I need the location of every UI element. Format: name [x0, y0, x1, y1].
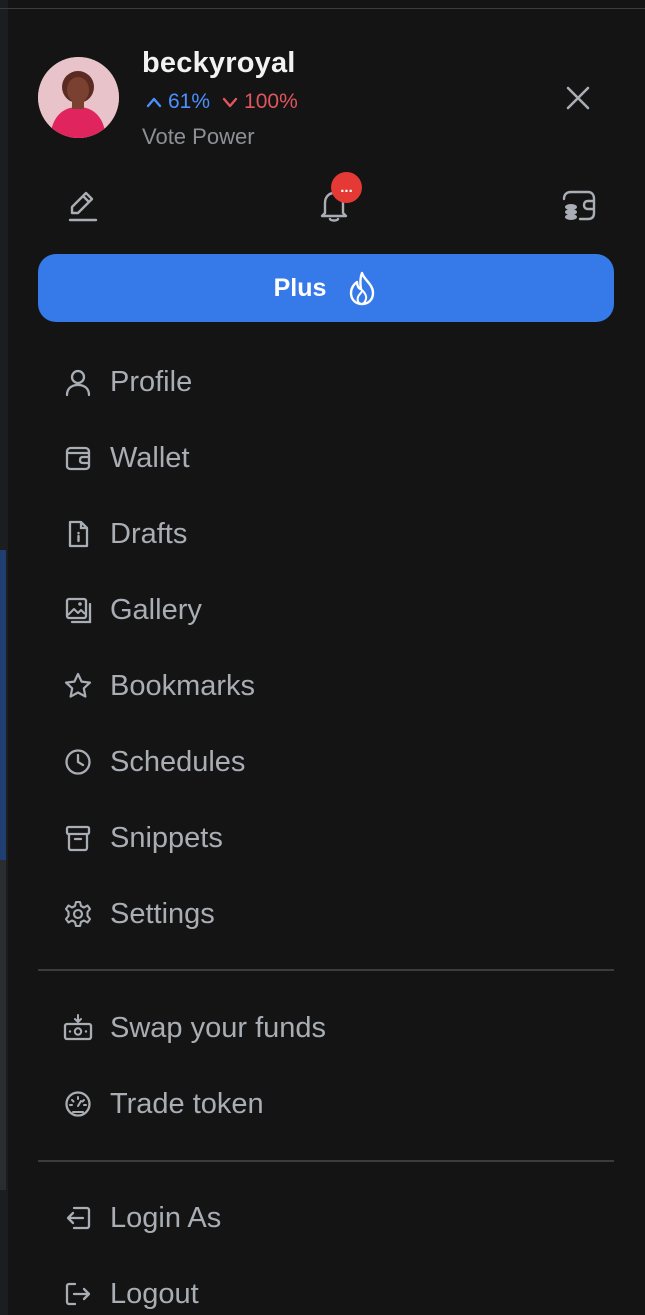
plus-button-label: Plus: [273, 273, 327, 302]
downvote-power: 100%: [222, 90, 298, 114]
write-post-button[interactable]: [60, 183, 104, 227]
flame-icon: [346, 270, 378, 306]
wallet-coins-icon: [562, 190, 596, 221]
downvote-power-value: 100%: [244, 90, 298, 113]
vote-power-label: Vote Power: [142, 124, 255, 149]
close-icon: [566, 86, 590, 110]
plus-button[interactable]: Plus: [38, 254, 614, 322]
upvote-power: 61%: [146, 90, 210, 114]
menu-item-profile[interactable]: Profile: [60, 354, 600, 410]
menu-item-label: Schedules: [110, 745, 246, 778]
archive-icon: [60, 820, 96, 856]
gallery-icon: [60, 592, 96, 628]
chevron-down-icon: [222, 97, 238, 108]
login-icon: [60, 1200, 96, 1236]
menu-item-label: Gallery: [110, 593, 202, 626]
menu-item-label: Profile: [110, 365, 193, 398]
menu-item-swap-funds[interactable]: Swap your funds: [60, 1000, 600, 1056]
menu-item-label: Bookmarks: [110, 669, 256, 702]
menu-item-gallery[interactable]: Gallery: [60, 582, 600, 638]
menu-item-drafts[interactable]: Drafts: [60, 506, 600, 562]
background-image-fragment-2: [0, 860, 6, 1190]
vote-power-row: 61% 100%: [146, 90, 298, 114]
menu-divider-2: [38, 1160, 614, 1162]
wallet-shortcut-button[interactable]: [556, 183, 600, 227]
menu-item-label: Logout: [110, 1277, 199, 1310]
menu-item-schedules[interactable]: Schedules: [60, 734, 600, 790]
username: beckyroyal: [142, 47, 296, 79]
trade-icon: [60, 1086, 96, 1122]
user-icon: [60, 364, 96, 400]
document-icon: [60, 516, 96, 552]
menu-item-settings[interactable]: Settings: [60, 886, 600, 942]
menu-item-wallet[interactable]: Wallet: [60, 430, 600, 486]
notification-badge: ...: [331, 172, 362, 203]
menu-item-label: Wallet: [110, 441, 190, 474]
menu-item-login-as[interactable]: Login As: [60, 1190, 600, 1246]
upvote-power-value: 61%: [168, 90, 211, 113]
menu-item-label: Snippets: [110, 821, 223, 854]
page: beckyroyal 61% 100% Vote Power ... Plus …: [0, 0, 645, 1315]
close-button[interactable]: [560, 80, 596, 116]
logout-icon: [60, 1276, 96, 1312]
swap-icon: [60, 1010, 96, 1046]
background-page-strip: [0, 0, 8, 1315]
menu-item-label: Settings: [110, 897, 215, 930]
gear-icon: [60, 896, 96, 932]
avatar[interactable]: [38, 57, 119, 138]
menu-item-snippets[interactable]: Snippets: [60, 810, 600, 866]
background-image-fragment: [0, 550, 6, 860]
wallet-icon: [60, 440, 96, 476]
menu-item-label: Login As: [110, 1201, 222, 1234]
menu-divider: [38, 969, 614, 971]
menu-item-logout[interactable]: Logout: [60, 1266, 600, 1315]
menu-item-label: Trade token: [110, 1087, 264, 1120]
avatar-photo: [38, 57, 119, 138]
clock-icon: [60, 744, 96, 780]
star-icon: [60, 668, 96, 704]
menu-item-label: Drafts: [110, 517, 188, 550]
menu-item-label: Swap your funds: [110, 1011, 327, 1044]
pencil-icon: [68, 191, 98, 222]
chevron-up-icon: [146, 97, 162, 108]
menu-item-trade-token[interactable]: Trade token: [60, 1076, 600, 1132]
menu-item-bookmarks[interactable]: Bookmarks: [60, 658, 600, 714]
